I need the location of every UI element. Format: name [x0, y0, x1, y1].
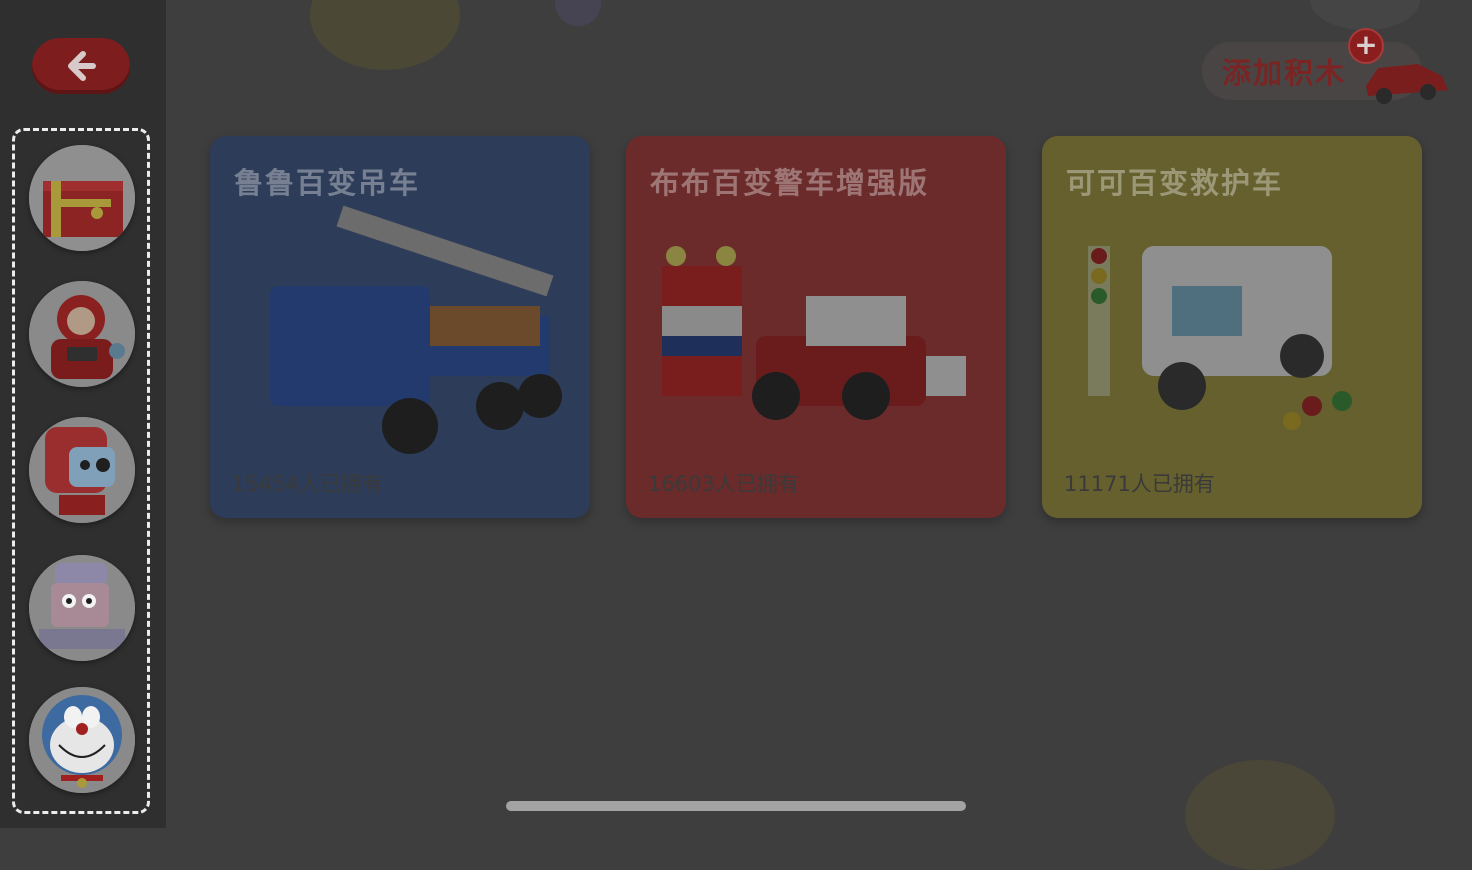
crane-truck-image	[270, 205, 562, 454]
background-shape	[1185, 760, 1335, 870]
product-card-police[interactable]: 布布百变警车增强版 16603人已拥有	[626, 136, 1006, 518]
product-card-crane[interactable]: 鲁鲁百变吊车 15454人已拥有	[210, 136, 590, 518]
card-owner-count: 16603人已拥有	[648, 472, 799, 496]
sidebar	[0, 0, 166, 828]
add-block-button[interactable]: 添加积木 +	[1196, 28, 1456, 106]
add-block-label: 添加积木	[1222, 56, 1347, 90]
background-shape	[555, 0, 601, 26]
arrow-left-icon	[68, 51, 96, 81]
card-owner-count: 15454人已拥有	[232, 472, 383, 496]
back-button[interactable]	[32, 38, 130, 94]
home-indicator[interactable]	[506, 801, 966, 811]
background-shape	[1310, 0, 1420, 30]
avatar-list	[12, 128, 150, 814]
background-shape	[310, 0, 460, 70]
doraemon-avatar[interactable]	[29, 687, 135, 793]
toolbox-avatar[interactable]	[29, 145, 135, 251]
ambulance-image	[1088, 246, 1352, 430]
product-card-ambulance[interactable]: 可可百变救护车 11171人已拥有	[1042, 136, 1422, 518]
police-car-image	[662, 246, 966, 420]
car-icon	[1366, 64, 1448, 104]
card-owner-count: 11171人已拥有	[1064, 472, 1215, 496]
red-robot-avatar[interactable]	[29, 281, 135, 387]
lilac-robot-avatar[interactable]	[29, 555, 135, 661]
pink-robot-avatar[interactable]	[29, 417, 135, 523]
